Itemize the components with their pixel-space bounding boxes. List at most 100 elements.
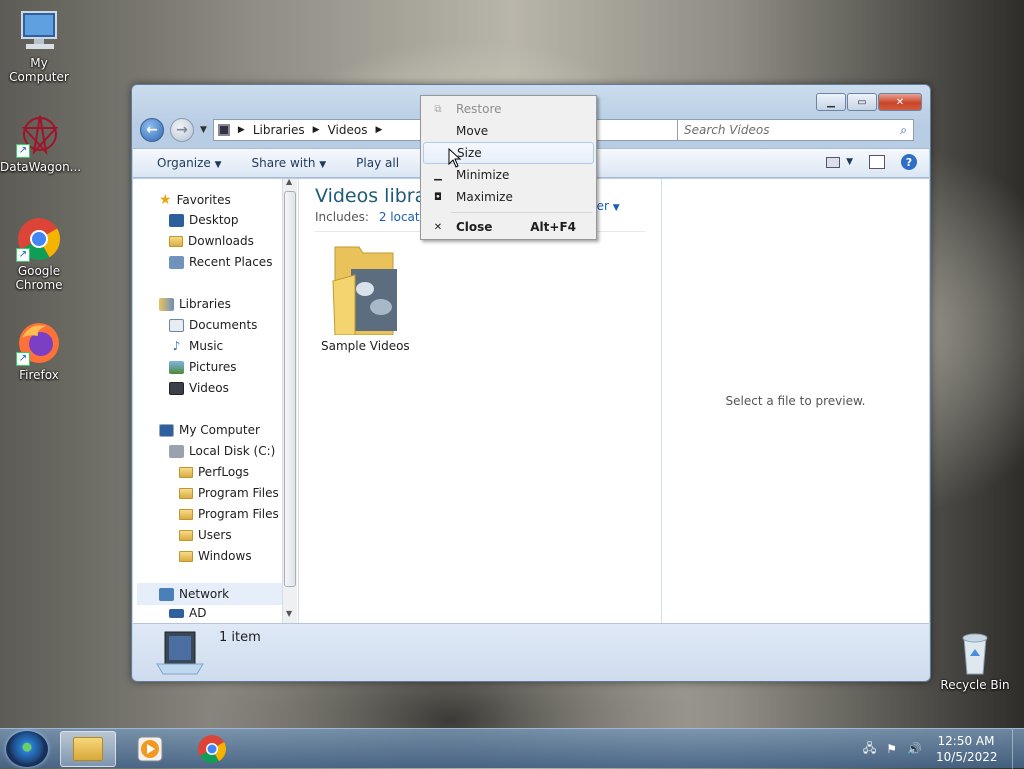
datawagon-icon: ↗ (16, 112, 62, 158)
menu-item-maximize[interactable]: ◘ Maximize (423, 186, 594, 208)
recent-places-icon (169, 255, 184, 269)
nav-libraries[interactable]: Libraries (159, 297, 231, 311)
nav-favorites[interactable]: ★ Favorites (159, 192, 231, 208)
close-shortcut: Alt+F4 (530, 220, 576, 234)
desktop-icon-label: My Computer (9, 56, 69, 84)
breadcrumb-arrow-icon[interactable]: ▶ (238, 125, 245, 135)
restore-icon: ⧉ (434, 103, 442, 115)
breadcrumb-arrow-icon[interactable]: ▶ (313, 125, 320, 135)
nav-desktop[interactable]: Desktop (169, 213, 239, 227)
folder-icon (179, 487, 193, 499)
search-icon[interactable]: ⌕ (900, 123, 907, 138)
nav-program-files[interactable]: Program Files (179, 486, 279, 500)
breadcrumb-libraries[interactable]: Libraries (253, 123, 305, 137)
maximize-icon: ◘ (434, 191, 442, 203)
scrollbar-thumb[interactable] (284, 191, 296, 587)
preview-pane: Select a file to preview. (661, 179, 929, 623)
folder-icon (179, 466, 193, 478)
nav-perflogs[interactable]: PerfLogs (179, 465, 249, 479)
action-center-icon[interactable]: ⚑ (886, 742, 897, 756)
star-icon: ★ (159, 192, 172, 208)
volume-icon[interactable]: 🔊 (907, 742, 922, 756)
desktop-icon-label: Firefox (19, 368, 59, 382)
caption-buttons: ▁ ▭ ✕ (816, 93, 922, 111)
close-button[interactable]: ✕ (878, 93, 922, 111)
share-with-button[interactable]: Share with ▼ (252, 156, 327, 170)
mouse-cursor-icon (448, 148, 462, 168)
search-input[interactable]: Search Videos ⌕ (677, 119, 914, 141)
desktop-icon-recycle-bin[interactable]: Recycle Bin (936, 630, 1014, 692)
more-views-dropdown-icon[interactable]: ▼ (846, 157, 853, 167)
nav-scrollbar[interactable]: ▲ ▼ (282, 177, 297, 623)
folder-icon (73, 737, 103, 761)
nav-program-files-x86[interactable]: Program Files ( (179, 507, 287, 521)
nav-pictures[interactable]: Pictures (169, 360, 237, 374)
preview-pane-icon[interactable] (869, 155, 885, 169)
folder-icon (179, 529, 193, 541)
chrome-icon: ↗ (16, 216, 62, 262)
taskbar-explorer-button[interactable] (60, 731, 116, 767)
organize-button[interactable]: Organize ▼ (157, 156, 222, 170)
libraries-icon (159, 297, 174, 311)
menu-item-restore[interactable]: ⧉ Restore (423, 98, 594, 120)
music-icon: ♪ (172, 339, 181, 353)
desktop-icon-my-computer[interactable]: My Computer (0, 8, 78, 84)
back-button[interactable]: ← (140, 118, 164, 142)
close-icon: ✕ (433, 221, 443, 233)
downloads-folder-icon (169, 235, 183, 247)
computer-icon (16, 8, 62, 54)
folder-name: Sample Videos (321, 339, 410, 353)
folder-icon (179, 508, 193, 520)
scroll-down-arrow-icon[interactable]: ▼ (286, 609, 292, 618)
videos-icon (169, 381, 184, 395)
preview-message: Select a file to preview. (725, 394, 866, 408)
nav-videos[interactable]: Videos (169, 381, 229, 395)
video-folder-icon (332, 246, 397, 335)
network-tray-icon[interactable]: 🖧 (863, 739, 876, 760)
pictures-icon (169, 360, 184, 374)
maximize-button[interactable]: ▭ (847, 93, 877, 111)
start-button[interactable] (6, 731, 48, 767)
clock[interactable]: 12:50 AM 10/5/2022 (936, 733, 998, 765)
forward-button[interactable]: → (170, 118, 194, 142)
shortcut-arrow-icon: ↗ (16, 248, 30, 262)
breadcrumb-videos[interactable]: Videos (328, 123, 368, 137)
recent-pages-dropdown-icon[interactable]: ▼ (200, 125, 207, 135)
taskbar-media-player-button[interactable] (122, 731, 178, 767)
minimize-button[interactable]: ▁ (816, 93, 846, 111)
nav-music[interactable]: ♪ Music (169, 339, 224, 353)
nav-my-computer[interactable]: My Computer (159, 423, 260, 437)
details-pane: 1 item (133, 623, 929, 681)
taskbar: 🖧 ⚑ 🔊 12:50 AM 10/5/2022 (0, 728, 1024, 769)
show-desktop-button[interactable] (1012, 729, 1024, 769)
nav-users[interactable]: Users (179, 528, 232, 542)
desktop-icon-google-chrome[interactable]: ↗ Google Chrome (0, 216, 78, 292)
folder-item-sample-videos[interactable]: Sample Videos (321, 241, 410, 353)
nav-downloads[interactable]: Downloads (169, 234, 254, 248)
minimize-icon: ▁ (434, 169, 442, 181)
nav-ad[interactable]: AD (169, 606, 206, 620)
nav-local-disk[interactable]: Local Disk (C:) (169, 444, 275, 458)
desktop-icon-datawagon[interactable]: ↗ DataWagon... (0, 112, 81, 174)
nav-network[interactable]: Network (137, 583, 282, 605)
library-title: Videos librar (315, 185, 435, 207)
breadcrumb-arrow-icon[interactable]: ▶ (375, 125, 382, 135)
nav-recent-places[interactable]: Recent Places (169, 255, 272, 269)
scroll-up-arrow-icon[interactable]: ▲ (286, 177, 292, 186)
system-tray: 🖧 ⚑ 🔊 12:50 AM 10/5/2022 (863, 729, 1024, 769)
play-all-button[interactable]: Play all (356, 156, 399, 170)
nav-windows[interactable]: Windows (179, 549, 252, 563)
change-view-icon[interactable] (826, 156, 841, 168)
taskbar-chrome-button[interactable] (184, 731, 240, 767)
clock-time: 12:50 AM (937, 734, 995, 748)
network-icon (159, 587, 174, 601)
menu-item-move[interactable]: Move (423, 120, 594, 142)
chrome-icon (198, 735, 226, 763)
desktop-icon-label: Google Chrome (15, 264, 63, 292)
nav-documents[interactable]: Documents (169, 318, 257, 332)
library-videos-icon (156, 631, 204, 675)
help-icon[interactable]: ? (901, 154, 917, 170)
desktop-icon-firefox[interactable]: ↗ Firefox (0, 320, 78, 382)
menu-item-close[interactable]: ✕ Close Alt+F4 (423, 216, 594, 238)
search-placeholder: Search Videos (684, 123, 770, 137)
